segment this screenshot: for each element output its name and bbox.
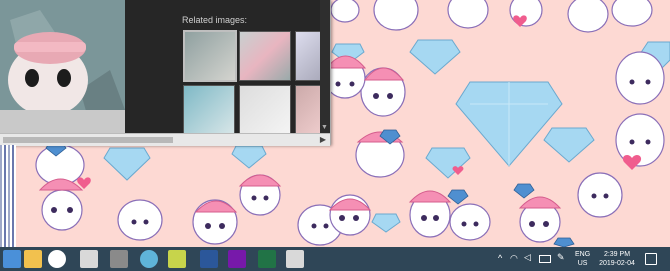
related-thumbnail[interactable] (295, 85, 322, 135)
horizontal-scrollbar[interactable]: ▶ (0, 133, 330, 146)
related-thumbnail[interactable] (183, 85, 235, 135)
clock-time: 2:39 PM (603, 251, 631, 258)
battery-icon[interactable] (539, 255, 551, 263)
related-thumbnail[interactable] (295, 31, 322, 81)
game-icon[interactable] (80, 250, 98, 268)
scroll-right-icon[interactable]: ▶ (320, 134, 326, 146)
excel-icon[interactable] (258, 250, 276, 268)
window-edge-strip (0, 145, 16, 247)
keyboard-layout: US (577, 260, 588, 267)
app-icon[interactable] (140, 250, 158, 268)
onenote-icon[interactable] (228, 250, 246, 268)
notification-icon[interactable] (645, 253, 657, 265)
word-icon[interactable] (200, 250, 218, 268)
start-icon[interactable] (3, 250, 21, 268)
browser-icon[interactable] (110, 250, 128, 268)
clock-date: 2019-02-04 (599, 260, 635, 267)
image-viewer-window: Related images: ▼ ▶ (0, 0, 331, 146)
media-player-icon[interactable] (48, 250, 66, 268)
vertical-scrollbar[interactable]: ▼ (320, 0, 330, 133)
file-explorer-icon[interactable] (24, 250, 42, 268)
main-image-preview[interactable] (0, 0, 125, 133)
preview-photo (0, 0, 125, 133)
tray-expand-icon[interactable]: ^ (498, 253, 502, 263)
wifi-icon[interactable]: ◠ (510, 253, 518, 264)
related-thumbnail[interactable] (239, 85, 291, 135)
scroll-down-icon[interactable]: ▼ (321, 124, 328, 131)
sketch-app-icon[interactable] (168, 250, 186, 268)
volume-icon[interactable]: ◁ (524, 252, 531, 263)
language-indicator[interactable]: ENG US (575, 250, 590, 268)
language-code: ENG (575, 251, 591, 258)
related-thumbnail[interactable] (239, 31, 291, 81)
pen-icon[interactable]: ✎ (557, 252, 565, 263)
related-thumbnail[interactable] (183, 30, 237, 82)
scrollbar-thumb[interactable] (3, 137, 173, 143)
taskbar: ^ ◠ ◁ ✎ ENG US 2:39 PM 2019-02-04 (0, 247, 670, 271)
clock[interactable]: 2:39 PM 2019-02-04 (597, 250, 637, 268)
presentation-icon[interactable] (286, 250, 304, 268)
related-images-label: Related images: (182, 15, 248, 25)
